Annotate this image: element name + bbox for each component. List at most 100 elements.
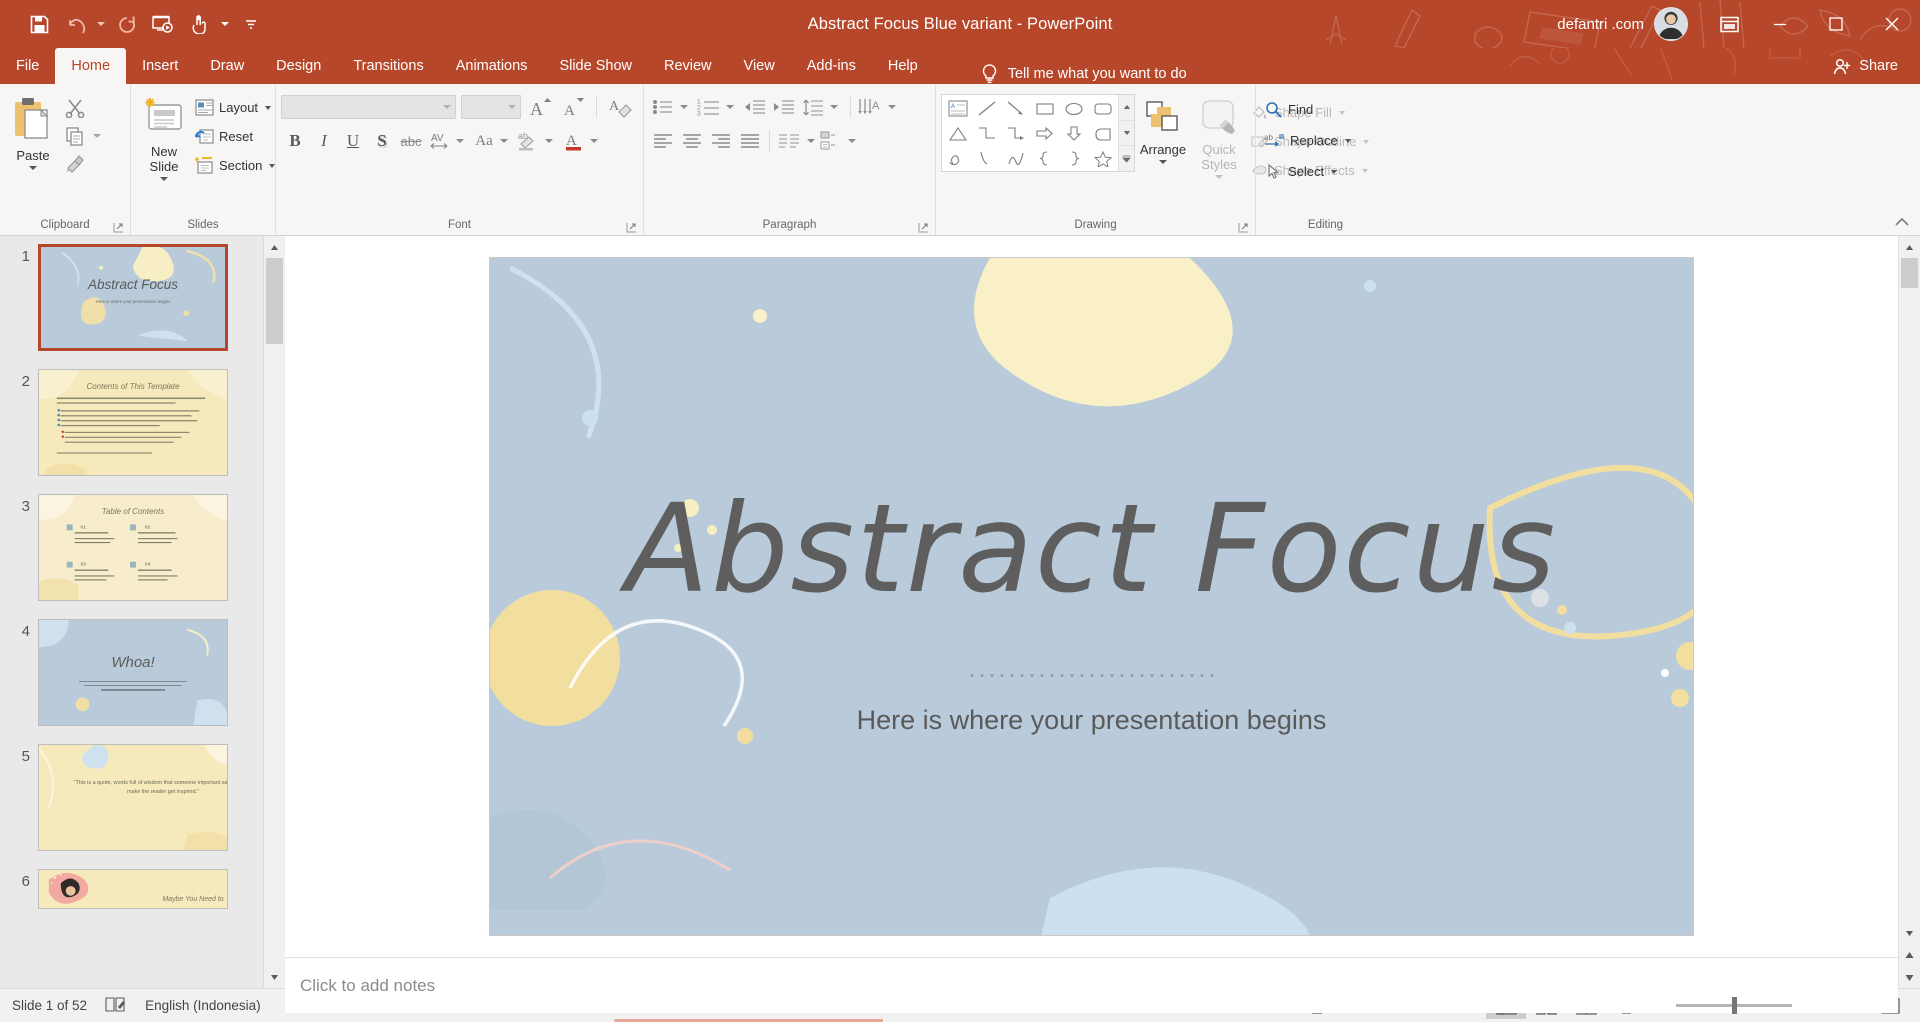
shape-right-arrow-icon[interactable] xyxy=(1030,121,1059,146)
slideshow-icon[interactable] xyxy=(146,7,180,41)
share-button[interactable]: Share xyxy=(1819,48,1920,84)
tab-home[interactable]: Home xyxy=(55,48,127,84)
change-case-dropdown-icon[interactable] xyxy=(500,139,508,143)
thumbnail-scroll-up-icon[interactable] xyxy=(264,236,285,258)
touch-mode-dropdown-icon[interactable] xyxy=(218,7,232,41)
current-slide-canvas[interactable]: Abstract Focus Here is where your presen… xyxy=(490,258,1693,935)
replace-button[interactable]: ab Replace xyxy=(1261,127,1357,154)
italic-button[interactable]: I xyxy=(310,128,338,154)
section-button[interactable]: Section xyxy=(192,152,281,179)
table-row[interactable]: 1 Abstract Focus Here is where your pres… xyxy=(0,244,263,369)
numbering-button[interactable]: 123 xyxy=(695,94,723,120)
shape-freeform-icon[interactable] xyxy=(1001,146,1030,171)
collapse-ribbon-button[interactable] xyxy=(1894,217,1910,232)
save-icon[interactable] xyxy=(22,7,56,41)
table-row[interactable]: 3 01 02 03 04 Table of Contents xyxy=(0,494,263,619)
touch-mode-icon[interactable] xyxy=(182,7,216,41)
thumbnail-scrollbar[interactable] xyxy=(263,236,285,988)
tab-transitions[interactable]: Transitions xyxy=(337,48,439,84)
undo-icon[interactable] xyxy=(58,7,92,41)
shape-elbow-connector-icon[interactable] xyxy=(972,121,1001,146)
tab-view[interactable]: View xyxy=(728,48,791,84)
shapes-gallery-scroll[interactable] xyxy=(1118,95,1134,172)
slide-thumbnail-1[interactable]: Abstract Focus Here is where your presen… xyxy=(38,244,228,351)
copy-button[interactable] xyxy=(61,123,89,149)
shape-left-brace-icon[interactable] xyxy=(1030,146,1059,171)
format-painter-button[interactable] xyxy=(61,151,89,177)
table-row[interactable]: 5 “This is a quote, words full of wisdom… xyxy=(0,744,263,869)
shape-right-brace-icon[interactable] xyxy=(1059,146,1088,171)
undo-dropdown-icon[interactable] xyxy=(94,7,108,41)
increase-font-size-button[interactable]: A xyxy=(526,94,554,120)
slide-title[interactable]: Abstract Focus xyxy=(490,478,1693,620)
columns-button[interactable] xyxy=(775,128,803,154)
text-highlight-button[interactable]: ab xyxy=(515,128,543,154)
font-name-input[interactable] xyxy=(281,95,456,119)
language-indicator[interactable]: English (Indonesia) xyxy=(145,998,261,1013)
scroll-thumb[interactable] xyxy=(1901,258,1918,288)
paste-button[interactable]: Paste xyxy=(5,91,61,170)
smartart-dropdown-icon[interactable] xyxy=(848,139,856,143)
zoom-slider-handle[interactable] xyxy=(1732,997,1738,1014)
highlight-dropdown-icon[interactable] xyxy=(545,139,553,143)
tab-slide-show[interactable]: Slide Show xyxy=(543,48,648,84)
slide-thumbnail-4[interactable]: Whoa! xyxy=(38,619,228,726)
shape-flowchart-icon[interactable] xyxy=(1088,121,1117,146)
replace-dropdown-icon[interactable] xyxy=(1344,138,1351,143)
shape-oval-icon[interactable] xyxy=(1059,96,1088,121)
font-dialog-launcher[interactable] xyxy=(626,222,637,233)
slide-thumbnail-3[interactable]: 01 02 03 04 Table of Contents xyxy=(38,494,228,601)
shape-rounded-rectangle-icon[interactable] xyxy=(1088,96,1117,121)
layout-button[interactable]: Layout xyxy=(192,94,281,121)
paragraph-dialog-launcher[interactable] xyxy=(918,222,929,233)
shape-rectangle-icon[interactable] xyxy=(1030,96,1059,121)
shape-arrow-icon[interactable] xyxy=(1001,96,1030,121)
strikethrough-button[interactable]: abc xyxy=(397,128,425,154)
previous-slide-icon[interactable] xyxy=(1899,944,1920,966)
tab-draw[interactable]: Draw xyxy=(194,48,260,84)
thumbnail-scroll-down-icon[interactable] xyxy=(264,966,285,988)
close-icon[interactable] xyxy=(1864,0,1920,48)
shape-text-box-icon[interactable]: A xyxy=(943,96,972,121)
text-shadow-button[interactable]: S xyxy=(368,128,396,154)
thumbnail-scroll-thumb[interactable] xyxy=(266,258,283,344)
slide-subtitle[interactable]: Here is where your presentation begins xyxy=(490,705,1693,736)
increase-indent-button[interactable] xyxy=(770,94,798,120)
align-center-button[interactable] xyxy=(678,128,706,154)
avatar[interactable] xyxy=(1654,7,1688,41)
character-spacing-button[interactable]: AV xyxy=(426,128,454,154)
shape-scribble-icon[interactable] xyxy=(943,146,972,171)
table-row[interactable]: 4 Whoa! xyxy=(0,619,263,744)
shapes-gallery[interactable]: A xyxy=(941,94,1135,172)
select-dropdown-icon[interactable] xyxy=(1331,169,1338,174)
reset-button[interactable]: Reset xyxy=(192,123,281,150)
line-spacing-dropdown-icon[interactable] xyxy=(830,105,838,109)
shape-line-icon[interactable] xyxy=(972,96,1001,121)
table-row[interactable]: 2 Contents of This Template xyxy=(0,369,263,494)
tab-review[interactable]: Review xyxy=(648,48,728,84)
drawing-dialog-launcher[interactable] xyxy=(1238,222,1249,233)
shape-down-arrow-icon[interactable] xyxy=(1059,121,1088,146)
shapes-scroll-down-icon[interactable] xyxy=(1119,120,1134,147)
arrange-dropdown-icon[interactable] xyxy=(1159,160,1167,164)
tab-file[interactable]: File xyxy=(0,48,55,84)
columns-dropdown-icon[interactable] xyxy=(807,139,815,143)
find-button[interactable]: Find xyxy=(1261,96,1357,123)
shapes-scroll-up-icon[interactable] xyxy=(1119,95,1134,121)
arrange-button[interactable]: Arrange xyxy=(1135,94,1191,164)
align-right-button[interactable] xyxy=(707,128,735,154)
scroll-up-icon[interactable] xyxy=(1899,236,1920,258)
thumbnail-scroll-track[interactable] xyxy=(264,258,285,966)
minimize-icon[interactable] xyxy=(1752,0,1808,48)
table-row[interactable]: 6 Maybe You Need to xyxy=(0,869,263,927)
shape-curve-icon[interactable] xyxy=(972,146,1001,171)
character-spacing-dropdown-icon[interactable] xyxy=(456,139,464,143)
cut-button[interactable] xyxy=(61,95,89,121)
shape-star-icon[interactable] xyxy=(1088,146,1117,171)
bold-button[interactable]: B xyxy=(281,128,309,154)
tab-insert[interactable]: Insert xyxy=(126,48,194,84)
tell-me-box[interactable]: Tell me what you want to do xyxy=(980,63,1187,84)
clear-formatting-button[interactable]: A xyxy=(606,94,634,120)
restore-icon[interactable] xyxy=(1808,0,1864,48)
zoom-slider[interactable] xyxy=(1676,997,1793,1014)
